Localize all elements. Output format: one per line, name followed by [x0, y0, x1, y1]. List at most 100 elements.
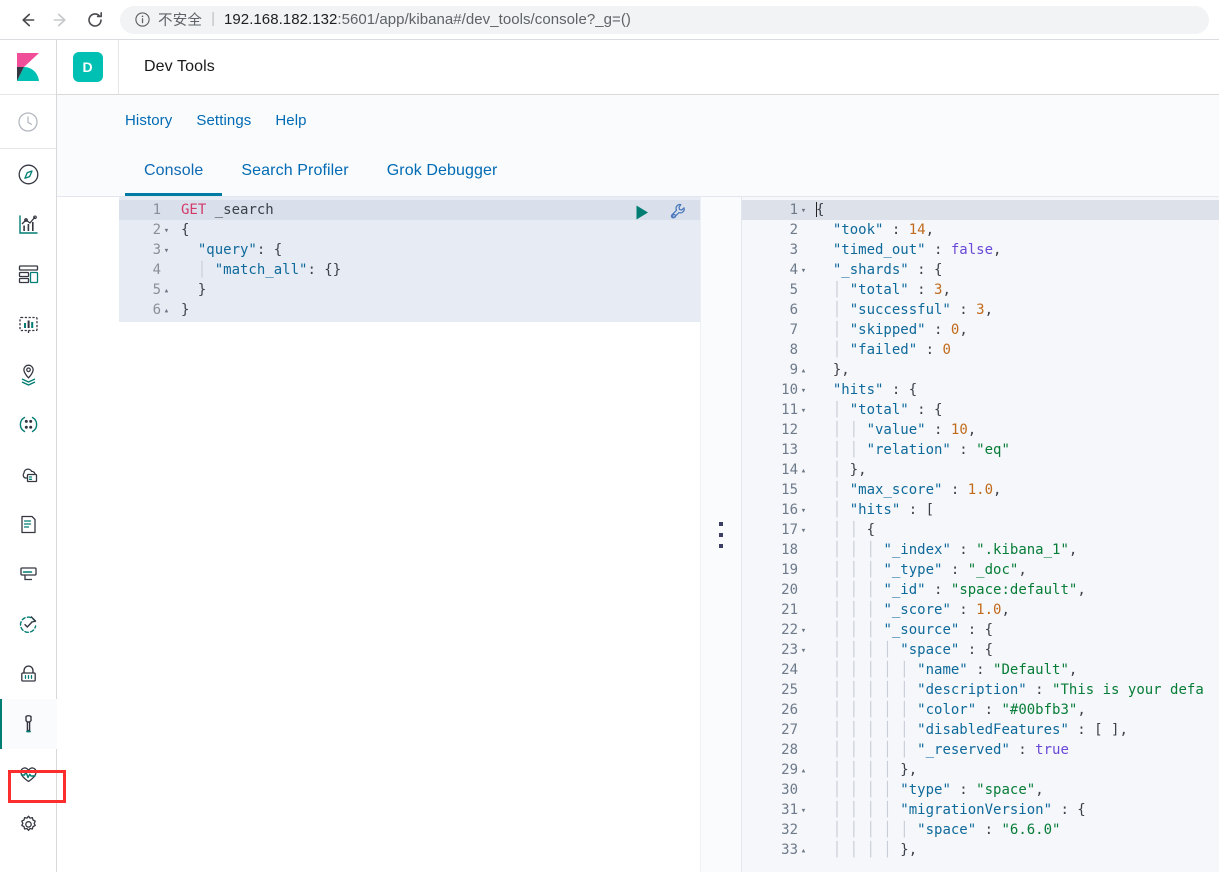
sidebar-item-canvas[interactable]	[0, 299, 57, 349]
fold-collapse-icon[interactable]: ▾	[161, 241, 172, 261]
fold-placeholder: ·	[798, 741, 809, 761]
fold-collapse-icon[interactable]: ▾	[798, 521, 809, 541]
sidebar-item-uptime[interactable]	[0, 599, 57, 649]
line-number: 9 ▴	[742, 360, 812, 380]
back-button[interactable]	[10, 3, 44, 37]
kibana-logo-button[interactable]	[0, 40, 56, 95]
request-editor[interactable]: 1·GET _search2▾{3▾ "query": {4· │ "match…	[119, 197, 700, 322]
subnav-item-history[interactable]: History	[125, 112, 172, 129]
fold-expand-icon[interactable]: ▴	[798, 841, 809, 861]
token: :	[1026, 682, 1053, 698]
token: │	[816, 502, 850, 518]
token: GET	[181, 202, 207, 218]
token: "_id"	[883, 582, 926, 598]
sidebar-item-logs[interactable]	[0, 499, 57, 549]
line-number: 3 ▾	[119, 240, 175, 260]
fold-collapse-icon[interactable]: ▾	[798, 261, 809, 281]
token: │ │ │	[816, 602, 884, 618]
map-marker-layers-icon	[21, 364, 35, 386]
line-number: 6 ▴	[119, 300, 175, 320]
sidebar-item-discover[interactable]	[0, 149, 57, 199]
line-number: 1 ▾	[742, 200, 812, 220]
token: "#00bfb3"	[1001, 702, 1078, 718]
request-options-button[interactable]	[668, 202, 688, 222]
info-circle-icon[interactable]	[134, 11, 151, 28]
fold-collapse-icon[interactable]: ▾	[798, 381, 809, 401]
forward-button[interactable]	[44, 3, 78, 37]
fold-collapse-icon[interactable]: ▾	[798, 641, 809, 661]
token: "space"	[976, 782, 1036, 798]
fold-collapse-icon[interactable]: ▾	[798, 801, 809, 821]
token: "relation"	[866, 442, 951, 458]
line-number: 27·	[742, 720, 812, 740]
sidebar-item-management[interactable]	[0, 799, 57, 849]
token: 10	[950, 422, 968, 438]
recently-viewed-button[interactable]	[0, 95, 56, 149]
token: │	[816, 342, 850, 358]
fold-placeholder: ·	[798, 541, 809, 561]
response-viewer-pane[interactable]: 1▾{2· "took" : 14,3· "timed_out" : false…	[742, 197, 1219, 872]
token: │	[816, 482, 850, 498]
token: :	[950, 602, 977, 618]
token: : {	[908, 262, 943, 278]
fold-collapse-icon[interactable]: ▾	[798, 201, 809, 221]
request-editor-pane: 1·GET _search2▾{3▾ "query": {4· │ "match…	[57, 197, 700, 872]
heartbeat-monitor-icon	[19, 766, 37, 782]
fold-collapse-icon[interactable]: ▾	[798, 401, 809, 421]
sidebar-item-dev-tools[interactable]	[0, 699, 57, 749]
fold-expand-icon[interactable]: ▴	[798, 361, 809, 381]
token: : [	[900, 502, 935, 518]
fold-expand-icon[interactable]: ▴	[798, 761, 809, 781]
fold-expand-icon[interactable]: ▴	[161, 301, 172, 321]
subnav-item-settings[interactable]: Settings	[196, 112, 251, 129]
fold-collapse-icon[interactable]: ▾	[798, 501, 809, 521]
sidebar-item-apm[interactable]	[0, 549, 57, 599]
tab-search-profiler[interactable]: Search Profiler	[222, 145, 367, 196]
line-number: 4·	[119, 260, 175, 280]
fold-expand-icon[interactable]: ▴	[798, 461, 809, 481]
sidebar-item-monitoring[interactable]	[0, 749, 57, 799]
play-triangle-icon	[636, 205, 648, 219]
line-chart-icon	[18, 214, 38, 234]
token: :	[1009, 742, 1036, 758]
fold-collapse-icon[interactable]: ▾	[161, 221, 172, 241]
sidebar-item-visualize[interactable]	[0, 199, 57, 249]
canvas-presentation-icon	[18, 316, 38, 333]
sidebar-item-maps[interactable]	[0, 349, 57, 399]
token: :	[925, 242, 951, 258]
token: ,	[1077, 702, 1086, 718]
token: ,	[993, 242, 1002, 258]
fold-placeholder: ·	[798, 681, 809, 701]
token: :	[950, 782, 977, 798]
code-line: 28· │ │ │ │ │ "_reserved" : true	[742, 740, 1219, 760]
code-line: 5 ▴ }	[119, 280, 700, 300]
sidebar-item-machine-learning[interactable]	[0, 399, 57, 449]
line-number: 2·	[742, 220, 812, 240]
fold-collapse-icon[interactable]: ▾	[798, 621, 809, 641]
code-text: {	[812, 200, 1219, 220]
pane-resize-handle[interactable]	[700, 197, 742, 872]
code-text: │ │ │ "_source" : {	[812, 620, 1219, 640]
fold-placeholder: ·	[798, 421, 809, 441]
code-line: 4 ▾ "_shards" : {	[742, 260, 1219, 280]
code-text: "timed_out" : false,	[812, 240, 1219, 260]
tab-grok-debugger[interactable]: Grok Debugger	[368, 145, 517, 196]
line-number: 4 ▾	[742, 260, 812, 280]
token: │ │ │ │	[816, 642, 901, 658]
sidebar-item-siem[interactable]	[0, 649, 57, 699]
subnav-item-help[interactable]: Help	[275, 112, 306, 129]
response-code-lines: 1▾{2· "took" : 14,3· "timed_out" : false…	[742, 200, 1219, 860]
code-text: │ │ │ │ "type" : "space",	[812, 780, 1219, 800]
fold-expand-icon[interactable]: ▴	[161, 281, 172, 301]
tab-console[interactable]: Console	[125, 145, 223, 196]
code-text: │ "hits" : [	[812, 500, 1219, 520]
address-bar[interactable]: 不安全 | 192.168.182.132:5601/app/kibana#/d…	[120, 5, 1209, 34]
compass-icon	[18, 164, 38, 184]
reload-button[interactable]	[78, 3, 112, 37]
sidebar-item-infrastructure[interactable]	[0, 449, 57, 499]
sidebar-item-dashboard[interactable]	[0, 249, 57, 299]
send-request-button[interactable]	[632, 203, 651, 222]
code-text: │ │ │ │ "space" : {	[812, 640, 1219, 660]
